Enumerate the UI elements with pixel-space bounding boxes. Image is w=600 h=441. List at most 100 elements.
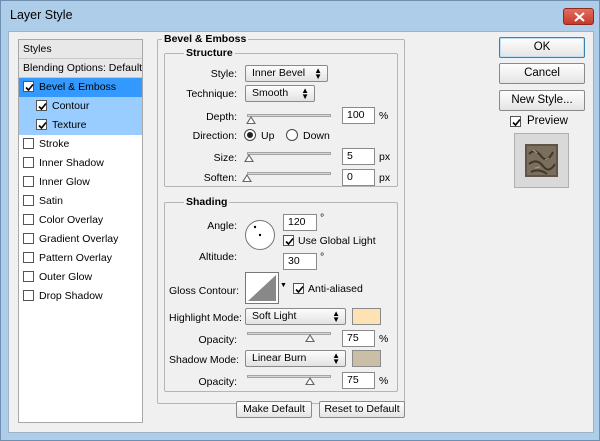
updown-arrow-icon: ▲ ▼ <box>314 66 322 81</box>
style-item-checkbox[interactable] <box>23 138 34 149</box>
style-item-texture[interactable]: Texture <box>19 116 142 135</box>
style-item-checkbox[interactable] <box>23 214 34 225</box>
style-item-label: Drop Shadow <box>39 290 103 302</box>
reset-to-default-button[interactable]: Reset to Default <box>319 401 405 418</box>
blending-options-item[interactable]: Blending Options: Default <box>19 59 142 78</box>
shadow-opacity-track[interactable] <box>247 375 331 378</box>
style-item-checkbox[interactable] <box>23 252 34 263</box>
style-select[interactable]: Inner Bevel ▲ ▼ <box>245 65 328 82</box>
direction-up-radio[interactable] <box>244 129 256 141</box>
highlight-mode-label: Highlight Mode: <box>169 312 242 324</box>
direction-down-radio[interactable] <box>286 129 298 141</box>
close-button[interactable] <box>563 8 594 25</box>
updown-arrow-icon: ▲ ▼ <box>332 351 340 366</box>
anti-aliased-checkbox[interactable] <box>293 283 304 294</box>
technique-select[interactable]: Smooth ▲ ▼ <box>245 85 315 102</box>
global-light-checkbox[interactable] <box>283 235 294 246</box>
highlight-color-swatch[interactable] <box>352 308 381 325</box>
depth-slider-track[interactable] <box>247 114 331 117</box>
preview-label: Preview <box>527 115 568 127</box>
styles-header[interactable]: Styles <box>19 40 142 59</box>
shadow-opacity-unit: % <box>379 375 389 387</box>
style-item-checkbox[interactable] <box>23 195 34 206</box>
soften-field[interactable]: 0 <box>342 169 375 186</box>
gloss-contour-preview[interactable] <box>245 272 279 304</box>
checkmark-icon <box>512 118 521 127</box>
highlight-opacity-label: Opacity: <box>198 334 237 346</box>
style-item-inner-shadow[interactable]: Inner Shadow <box>19 154 142 173</box>
style-item-bevel-emboss[interactable]: Bevel & Emboss <box>19 78 142 97</box>
depth-unit: % <box>379 110 389 122</box>
checkmark-icon <box>25 83 34 92</box>
size-unit: px <box>379 151 391 163</box>
depth-label: Depth: <box>206 111 237 123</box>
window-title: Layer Style <box>10 8 73 22</box>
cancel-button[interactable]: Cancel <box>499 63 585 84</box>
size-slider-track[interactable] <box>247 152 331 155</box>
soften-slider-track[interactable] <box>247 172 331 175</box>
global-light-label: Use Global Light <box>298 235 376 247</box>
new-style-button[interactable]: New Style... <box>499 90 585 111</box>
structure-title: Structure <box>184 47 235 59</box>
technique-label: Technique: <box>186 88 237 100</box>
style-item-color-overlay[interactable]: Color Overlay <box>19 211 142 230</box>
angle-dial[interactable] <box>245 220 275 250</box>
ok-button[interactable]: OK <box>499 37 585 58</box>
style-item-checkbox[interactable] <box>36 100 47 111</box>
highlight-opacity-thumb[interactable] <box>305 334 315 342</box>
style-item-stroke[interactable]: Stroke <box>19 135 142 154</box>
style-item-label: Pattern Overlay <box>39 252 112 264</box>
shadow-mode-select[interactable]: Linear Burn ▲ ▼ <box>245 350 346 367</box>
technique-select-value: Smooth <box>252 87 289 99</box>
style-item-checkbox[interactable] <box>23 81 34 92</box>
style-item-checkbox[interactable] <box>23 157 34 168</box>
shadow-mode-value: Linear Burn <box>252 352 307 364</box>
soften-label: Soften: <box>203 172 237 184</box>
style-item-contour[interactable]: Contour <box>19 97 142 116</box>
title-bar[interactable]: Layer Style <box>1 1 599 31</box>
altitude-unit: ° <box>320 251 325 263</box>
angle-unit: ° <box>320 212 325 224</box>
highlight-opacity-track[interactable] <box>247 332 331 335</box>
checkmark-icon <box>295 285 304 294</box>
shadow-color-swatch[interactable] <box>352 350 381 367</box>
style-item-gradient-overlay[interactable]: Gradient Overlay <box>19 230 142 249</box>
depth-slider-thumb[interactable] <box>246 116 257 124</box>
style-select-value: Inner Bevel <box>252 67 306 79</box>
size-field[interactable]: 5 <box>342 148 375 165</box>
style-item-checkbox[interactable] <box>23 271 34 282</box>
style-item-drop-shadow[interactable]: Drop Shadow <box>19 287 142 306</box>
style-item-checkbox[interactable] <box>23 233 34 244</box>
style-item-label: Inner Glow <box>39 176 90 188</box>
highlight-mode-select[interactable]: Soft Light ▲ ▼ <box>245 308 346 325</box>
style-item-pattern-overlay[interactable]: Pattern Overlay <box>19 249 142 268</box>
soften-slider-thumb[interactable] <box>242 174 252 182</box>
style-item-checkbox[interactable] <box>36 119 47 130</box>
angle-label: Angle: <box>207 220 237 232</box>
angle-dial-pointer-icon <box>253 225 262 237</box>
direction-up-label: Up <box>261 130 275 142</box>
shadow-opacity-thumb[interactable] <box>305 377 315 385</box>
angle-field[interactable]: 120 <box>283 214 317 231</box>
checkmark-icon <box>38 121 47 130</box>
style-preview-thumbnail <box>514 133 569 188</box>
style-item-label: Satin <box>39 195 63 207</box>
shadow-mode-label: Shadow Mode: <box>169 354 240 366</box>
checkmark-icon <box>38 102 47 111</box>
style-item-inner-glow[interactable]: Inner Glow <box>19 173 142 192</box>
highlight-opacity-field[interactable]: 75 <box>342 330 375 347</box>
gloss-contour-dropdown[interactable]: ▼ <box>279 272 287 304</box>
preview-checkbox[interactable] <box>510 116 521 127</box>
style-item-checkbox[interactable] <box>23 176 34 187</box>
close-icon <box>574 12 585 22</box>
size-slider-thumb[interactable] <box>243 154 254 162</box>
style-item-label: Gradient Overlay <box>39 233 119 245</box>
depth-field[interactable]: 100 <box>342 107 375 124</box>
size-label: Size: <box>213 152 237 164</box>
shadow-opacity-field[interactable]: 75 <box>342 372 375 389</box>
style-item-checkbox[interactable] <box>23 290 34 301</box>
altitude-field[interactable]: 30 <box>283 253 317 270</box>
make-default-button[interactable]: Make Default <box>236 401 312 418</box>
style-item-outer-glow[interactable]: Outer Glow <box>19 268 142 287</box>
style-item-satin[interactable]: Satin <box>19 192 142 211</box>
